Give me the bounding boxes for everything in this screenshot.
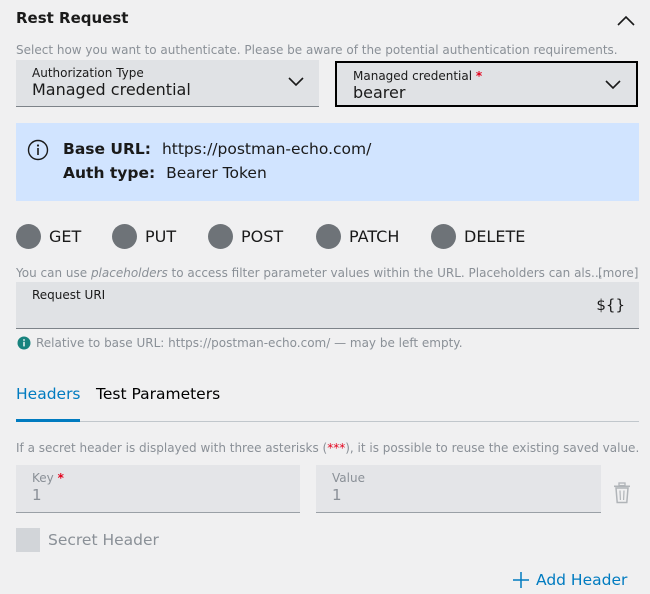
base-url-label: Base URL: xyxy=(63,140,152,158)
chevron-down-icon xyxy=(605,80,621,90)
required-marker: * xyxy=(57,471,64,485)
base-url-value: https://postman-echo.com/ xyxy=(161,140,372,158)
method-radio-get[interactable]: GET xyxy=(16,223,81,249)
request-uri-label: Request URI xyxy=(32,288,106,302)
header-value-input[interactable]: Value 1 xyxy=(316,465,601,513)
add-header-button[interactable]: Add Header xyxy=(512,571,627,589)
method-radio-delete[interactable]: DELETE xyxy=(431,223,525,249)
plus-icon xyxy=(513,572,529,588)
relative-url-hint: Relative to base URL: https://postman-ec… xyxy=(36,336,463,350)
method-label: DELETE xyxy=(464,226,526,246)
authorization-type-value: Managed credential xyxy=(32,80,191,99)
managed-credential-select[interactable]: Managed credential * bearer xyxy=(335,61,638,107)
base-url-row: Base URL: https://postman-echo.com/ xyxy=(63,140,371,158)
tab-divider xyxy=(16,421,639,422)
radio-circle[interactable] xyxy=(112,223,137,249)
trash-icon[interactable] xyxy=(612,482,632,504)
secret-header-checkbox[interactable] xyxy=(16,528,40,552)
add-header-label: Add Header xyxy=(536,571,628,589)
method-radio-post[interactable]: POST xyxy=(208,223,283,249)
authorization-type-select[interactable]: Authorization Type Managed credential xyxy=(16,60,319,107)
auth-type-label: Auth type: xyxy=(63,164,156,182)
header-key-input[interactable]: Key * 1 xyxy=(16,465,300,513)
secret-header-hint: If a secret header is displayed with thr… xyxy=(16,441,640,455)
info-icon xyxy=(27,139,49,161)
auth-hint: Select how you want to authenticate. Ple… xyxy=(16,43,618,57)
radio-circle[interactable] xyxy=(16,223,41,249)
secret-header-label: Secret Header xyxy=(48,531,159,549)
uri-hint: You can use placeholders to access filte… xyxy=(16,266,603,280)
method-radio-put[interactable]: PUT xyxy=(112,223,176,249)
chevron-up-icon[interactable] xyxy=(615,12,637,28)
tab-headers[interactable]: Headers xyxy=(16,385,81,403)
chevron-down-icon xyxy=(288,77,304,87)
required-marker: * xyxy=(475,69,483,83)
managed-credential-label: Managed credential * xyxy=(353,69,483,83)
radio-circle[interactable] xyxy=(431,223,456,249)
radio-circle[interactable] xyxy=(316,223,341,249)
tab-test-parameters[interactable]: Test Parameters xyxy=(96,385,220,403)
more-link[interactable]: [more] xyxy=(598,266,638,280)
auth-type-value: Bearer Token xyxy=(166,164,267,182)
base-url-info-box: Base URL: https://postman-echo.com/ Auth… xyxy=(16,123,639,201)
radio-circle[interactable] xyxy=(208,223,233,249)
placeholder-button[interactable]: ${} xyxy=(596,296,625,314)
authorization-type-label: Authorization Type xyxy=(32,66,144,80)
value-value: 1 xyxy=(332,486,342,504)
key-label: Key * xyxy=(32,471,64,485)
method-radio-patch[interactable]: PATCH xyxy=(316,223,399,249)
value-label: Value xyxy=(332,471,365,485)
method-label: GET xyxy=(49,226,82,246)
active-tab-indicator xyxy=(16,419,80,422)
managed-credential-value: bearer xyxy=(353,83,406,102)
method-label: PATCH xyxy=(349,226,400,246)
method-label: PUT xyxy=(145,226,177,246)
auth-type-row: Auth type: Bearer Token xyxy=(63,164,267,182)
request-uri-input[interactable]: Request URI ${} xyxy=(16,282,639,329)
key-value: 1 xyxy=(32,486,42,504)
page-title: Rest Request xyxy=(16,9,129,27)
method-label: POST xyxy=(241,226,284,246)
info-filled-icon xyxy=(17,336,31,350)
